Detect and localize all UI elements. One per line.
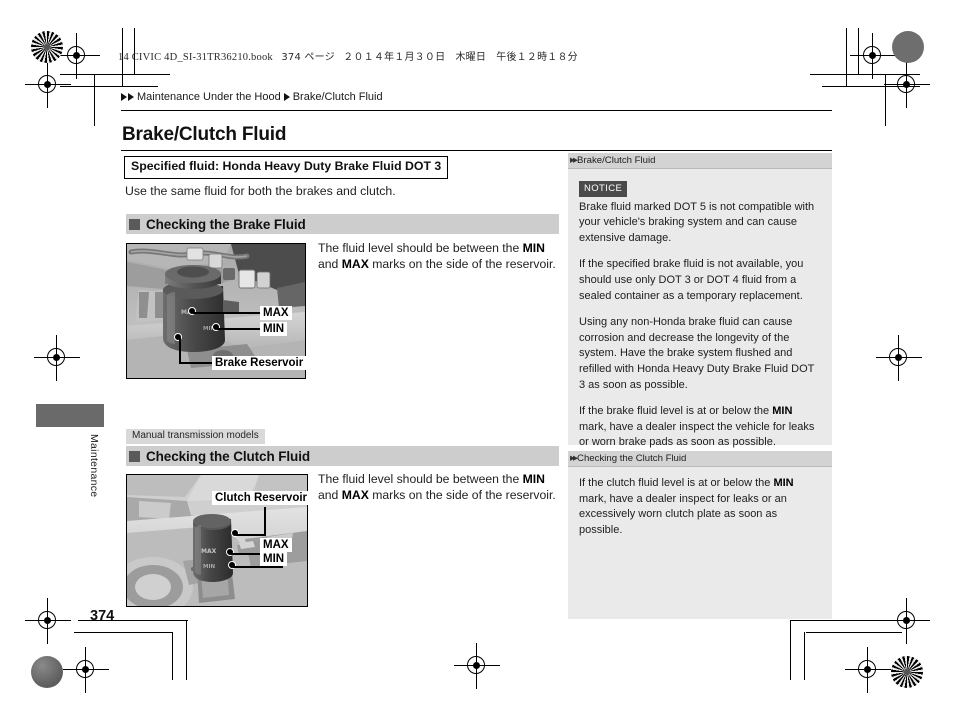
- sidebar-min-clutch-pre: If the clutch fluid level is at or below…: [579, 477, 774, 489]
- sidebar-min-clutch-post: mark, have a dealer inspect for leaks or…: [579, 492, 787, 536]
- sidebar-header-label-2: Checking the Clutch Fluid: [577, 453, 687, 464]
- svg-text:MIN: MIN: [203, 564, 216, 570]
- chapter-edge-tab: [36, 404, 104, 427]
- brake-body-max: MAX: [341, 257, 369, 272]
- section-title-brake: Checking the Brake Fluid: [146, 216, 306, 232]
- registration-mark-right-middle: [876, 335, 922, 381]
- callout-label-brake-reservoir: Brake Reservoir: [212, 356, 307, 371]
- crop-corner-bottom-right: [790, 608, 920, 708]
- file-stamp-name: 14 CIVIC 4D_SI-31TR36210.book: [118, 52, 273, 63]
- file-stamp-date: ２０１４年１月３０日 木曜日 午後１２時１８分: [343, 52, 578, 63]
- sidebar-min-brake-pre: If the brake fluid level is at or below …: [579, 405, 773, 418]
- header-divider: [121, 110, 832, 112]
- double-chevron-right-icon: ▸▸: [570, 154, 578, 166]
- clutch-body-paragraph: The fluid level should be between the MI…: [318, 471, 556, 504]
- sidebar-min-clutch-bold: MIN: [773, 477, 794, 489]
- callout-label-brake-min: MIN: [260, 322, 288, 337]
- print-file-stamp: 14 CIVIC 4D_SI-31TR36210.book 374 ページ ２０…: [118, 48, 578, 63]
- brake-body-part3: marks on the side of the reservoir.: [368, 257, 556, 272]
- registration-mark-left-middle: [34, 335, 80, 381]
- print-solid-target-bottom-left: [31, 656, 63, 688]
- page-number: 374: [90, 608, 115, 624]
- callout-label-clutch-max: MAX: [260, 538, 292, 553]
- tag-manual-transmission: Manual transmission models: [126, 429, 265, 444]
- crop-corner-top-left: [60, 28, 170, 138]
- callout-label-clutch-reservoir: Clutch Reservoir: [212, 491, 311, 506]
- section-header-clutch: Checking the Clutch Fluid: [126, 446, 559, 466]
- print-solid-target-top-right: [892, 31, 924, 63]
- print-star-target-bottom-right: [891, 656, 923, 688]
- triangle-right-icon: [121, 93, 127, 101]
- file-stamp-page: 374 ページ: [281, 52, 335, 63]
- callout-label-brake-max: MAX: [260, 306, 292, 321]
- section-title-clutch: Checking the Clutch Fluid: [146, 448, 311, 464]
- registration-mark-bottom-center: [454, 643, 500, 689]
- section-header-brake: Checking the Brake Fluid: [126, 214, 559, 234]
- registration-mark-top-left: [54, 33, 100, 79]
- sidebar-min-brake-bold: MIN: [772, 405, 793, 418]
- breadcrumb-topic[interactable]: Brake/Clutch Fluid: [293, 91, 383, 103]
- sidebar-panel-checking-clutch-fluid: If the clutch fluid level is at or below…: [568, 466, 832, 619]
- callout-line-reservoir-h: [179, 362, 213, 365]
- print-star-target-top-left: [31, 31, 63, 63]
- sidebar-header-label: Brake/Clutch Fluid: [577, 155, 656, 166]
- brake-body-paragraph: The fluid level should be between the MI…: [318, 240, 558, 273]
- manual-page: 14 CIVIC 4D_SI-31TR36210.book 374 ページ ２０…: [0, 0, 954, 718]
- lead-paragraph: Use the same fluid for both the brakes a…: [125, 184, 396, 198]
- crop-corner-bottom-left: [60, 608, 188, 708]
- notice-badge: NOTICE: [579, 181, 628, 197]
- sidebar-min-brake-post: mark, have a dealer inspect the vehicle …: [579, 420, 815, 449]
- breadcrumb: Maintenance Under the Hood Brake/Clutch …: [121, 91, 383, 103]
- sidebar-paragraph-3: Using any non-Honda brake fluid can caus…: [579, 316, 815, 391]
- sidebar-panel-brake-clutch-fluid: NOTICE Brake fluid marked DOT 5 is not c…: [568, 168, 832, 448]
- registration-mark-bottom-right-inner: [845, 647, 891, 693]
- breadcrumb-section[interactable]: Maintenance Under the Hood: [137, 91, 281, 103]
- square-bullet-icon: [129, 218, 140, 230]
- clutch-body-part1: The fluid level should be between the: [318, 472, 523, 486]
- registration-mark-bottom-left-inner: [63, 647, 109, 693]
- registration-mark-top-right: [850, 33, 896, 79]
- clutch-body-part3: marks on the side of the reservoir.: [368, 488, 556, 503]
- registration-mark-top-left-inner: [25, 62, 71, 108]
- sidebar-paragraph-min-brake: If the brake fluid level is at or below …: [579, 404, 821, 451]
- brake-body-min: MIN: [522, 241, 545, 255]
- clutch-body-part2: and: [318, 488, 342, 503]
- brake-body-part2: and: [318, 257, 342, 272]
- page-title: Brake/Clutch Fluid: [122, 124, 287, 145]
- registration-mark-bottom-left: [25, 598, 71, 644]
- sidebar-paragraph-1: Brake fluid marked DOT 5 is not compatib…: [579, 200, 815, 244]
- chapter-edge-tab-label: Maintenance: [88, 434, 100, 498]
- callout-line-clutch-reservoir-v: [264, 507, 267, 535]
- callout-label-clutch-min: MIN: [260, 552, 288, 567]
- clutch-body-max: MAX: [341, 488, 369, 503]
- triangle-right-icon: [283, 93, 290, 101]
- sidebar-header-brake-clutch-fluid: ▸▸ Brake/Clutch Fluid: [568, 153, 832, 168]
- sidebar-paragraph-2: If the specified brake fluid is not avai…: [579, 258, 804, 302]
- sidebar-paragraph-min-clutch: If the clutch fluid level is at or below…: [579, 476, 821, 538]
- registration-mark-bottom-right: [884, 598, 930, 644]
- callout-line-reservoir-v: [179, 338, 182, 364]
- callout-line-clutch-reservoir-h: [236, 534, 266, 537]
- double-chevron-right-icon: ▸▸: [570, 452, 578, 464]
- sidebar: ▸▸ Brake/Clutch Fluid NOTICE Brake fluid…: [568, 153, 832, 619]
- clutch-body-min: MIN: [522, 472, 545, 486]
- svg-text:MAX: MAX: [201, 548, 217, 555]
- triangle-right-icon: [128, 93, 134, 101]
- registration-mark-top-right-inner: [884, 62, 930, 108]
- brake-body-part1: The fluid level should be between the: [318, 241, 523, 255]
- square-bullet-icon: [129, 450, 140, 462]
- title-divider: [121, 150, 832, 152]
- specified-fluid-box: Specified fluid: Honda Heavy Duty Brake …: [124, 156, 449, 179]
- sidebar-header-checking-clutch-fluid: ▸▸ Checking the Clutch Fluid: [568, 451, 832, 466]
- crop-corner-top-right: [780, 28, 920, 138]
